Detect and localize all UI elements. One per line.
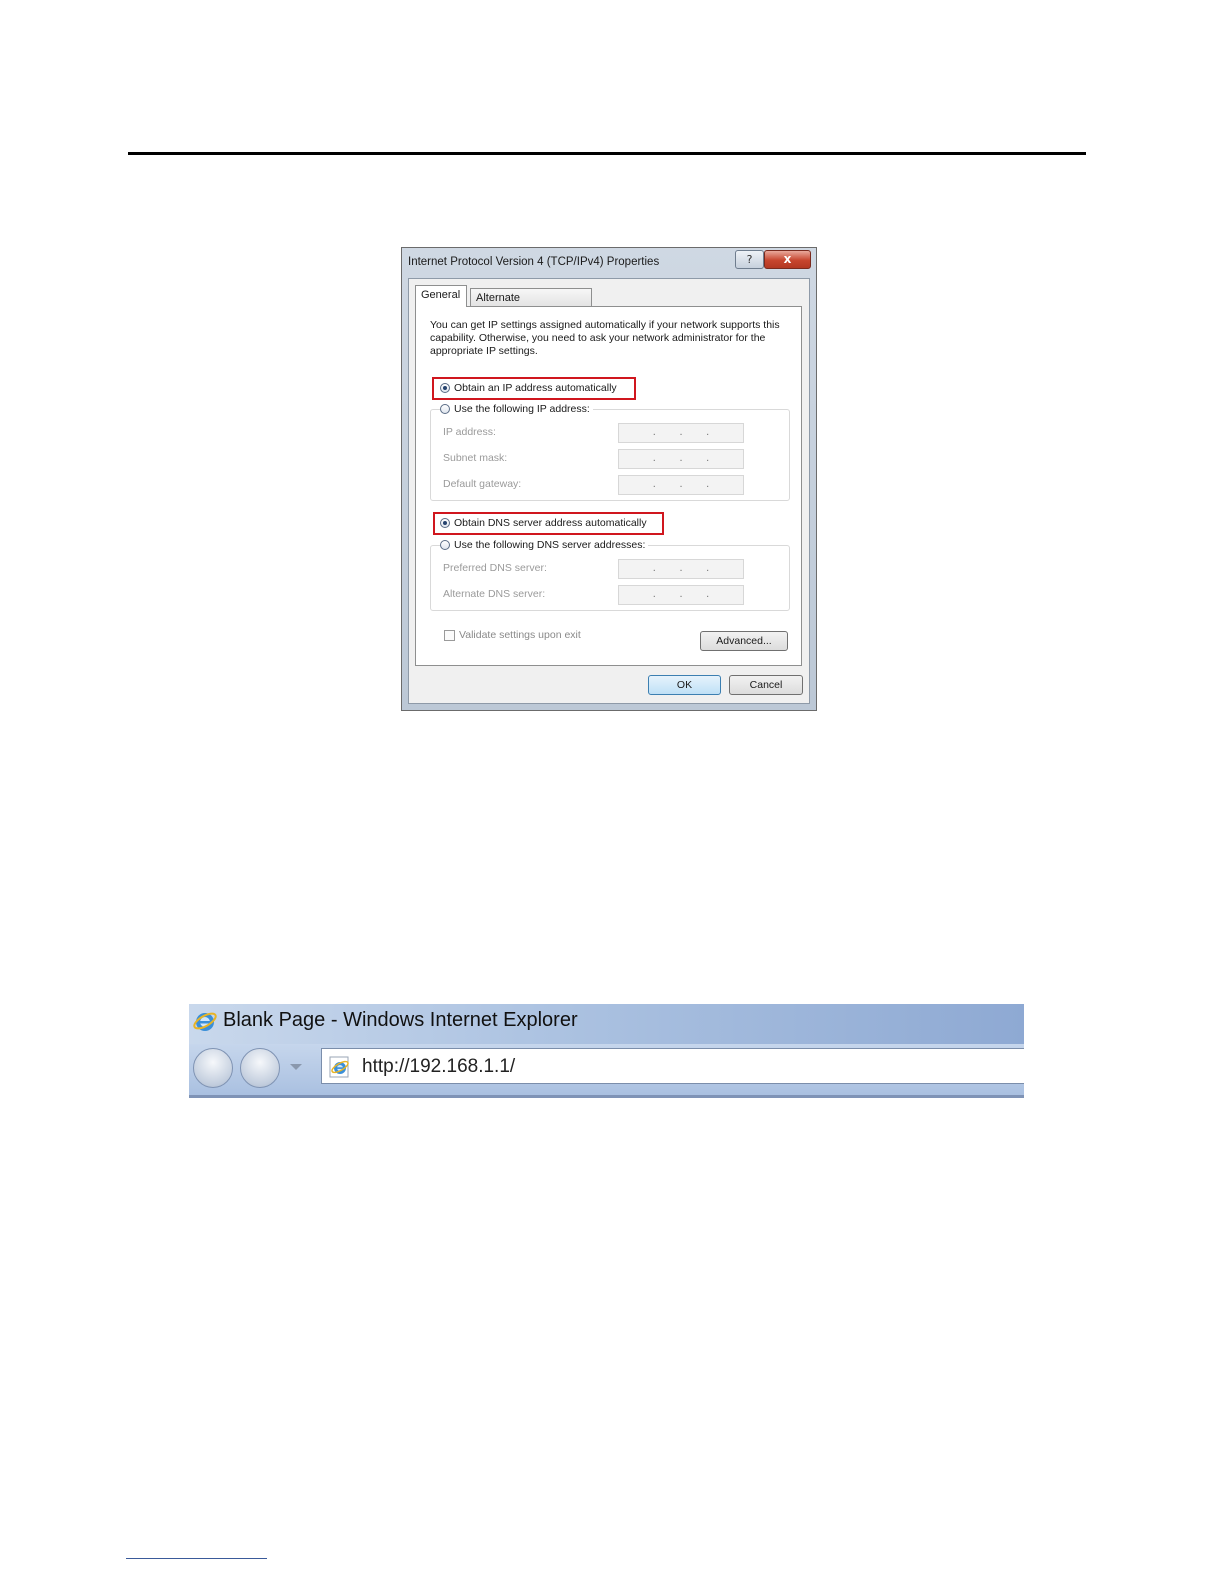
tab-alternate-configuration[interactable]: Alternate Configuration [470, 288, 592, 323]
dns-auto-label: Obtain DNS server address automatically [454, 517, 647, 529]
alternate-dns-input[interactable]: ... [618, 585, 744, 605]
cancel-button[interactable]: Cancel [729, 675, 803, 695]
ip-manual-label: Use the following IP address: [454, 403, 590, 415]
address-url[interactable]: http://192.168.1.1/ [362, 1056, 515, 1078]
alternate-dns-label: Alternate DNS server: [443, 588, 546, 600]
validate-settings-option[interactable]: Validate settings upon exit [444, 629, 581, 641]
close-button[interactable]: x [764, 250, 811, 269]
validate-settings-label: Validate settings upon exit [459, 629, 581, 641]
advanced-button[interactable]: Advanced... [700, 631, 788, 651]
tcpip-properties-dialog: Internet Protocol Version 4 (TCP/IPv4) P… [401, 247, 817, 711]
default-gateway-label: Default gateway: [443, 478, 522, 490]
forward-button[interactable] [240, 1048, 280, 1088]
subnet-mask-label: Subnet mask: [443, 452, 508, 464]
settings-description: You can get IP settings assigned automat… [430, 319, 780, 357]
dns-auto-radio[interactable] [440, 518, 450, 528]
address-bar[interactable]: http://192.168.1.1/ [321, 1048, 1024, 1084]
ip-auto-label: Obtain an IP address automatically [454, 382, 617, 394]
history-dropdown-icon[interactable] [290, 1064, 302, 1070]
footnote-rule [126, 1558, 267, 1559]
ip-manual-option[interactable]: Use the following IP address: [440, 401, 593, 417]
dialog-titlebar: Internet Protocol Version 4 (TCP/IPv4) P… [402, 248, 816, 278]
help-button[interactable]: ? [735, 250, 764, 269]
browser-titlebar: Blank Page - Windows Internet Explorer [189, 1004, 1024, 1046]
browser-window-header: Blank Page - Windows Internet Explorer h… [189, 1004, 1024, 1098]
dns-manual-label: Use the following DNS server addresses: [454, 539, 646, 551]
preferred-dns-label: Preferred DNS server: [443, 562, 547, 574]
ip-manual-radio[interactable] [440, 404, 450, 414]
dns-auto-option[interactable]: Obtain DNS server address automatically [440, 515, 647, 531]
dns-manual-radio[interactable] [440, 540, 450, 550]
preferred-dns-input[interactable]: ... [618, 559, 744, 579]
validate-settings-checkbox[interactable] [444, 629, 455, 641]
browser-title: Blank Page - Windows Internet Explorer [223, 1009, 578, 1031]
internet-explorer-logo-icon [193, 1012, 217, 1031]
default-gateway-input[interactable]: ... [618, 475, 744, 495]
ip-auto-radio[interactable] [440, 383, 450, 393]
ip-address-label: IP address: [443, 426, 496, 438]
dns-manual-option[interactable]: Use the following DNS server addresses: [440, 537, 649, 553]
ip-address-input[interactable]: ... [618, 423, 744, 443]
general-tab-panel: You can get IP settings assigned automat… [415, 306, 802, 666]
top-rule [128, 152, 1086, 155]
ok-button[interactable]: OK [648, 675, 721, 695]
ip-manual-group: IP address: ... Subnet mask: ... Default… [430, 409, 790, 501]
subnet-mask-input[interactable]: ... [618, 449, 744, 469]
browser-navigation-bar: http://192.168.1.1/ [189, 1044, 1024, 1098]
ip-auto-option[interactable]: Obtain an IP address automatically [440, 380, 617, 396]
page-ie-icon [329, 1056, 349, 1078]
dialog-title: Internet Protocol Version 4 (TCP/IPv4) P… [408, 256, 660, 268]
browser-header-border [189, 1095, 1024, 1098]
dialog-client-area: General Alternate Configuration You can … [408, 278, 810, 704]
back-button[interactable] [193, 1048, 233, 1088]
dns-manual-group: Preferred DNS server: ... Alternate DNS … [430, 545, 790, 611]
tab-general[interactable]: General [415, 285, 467, 307]
